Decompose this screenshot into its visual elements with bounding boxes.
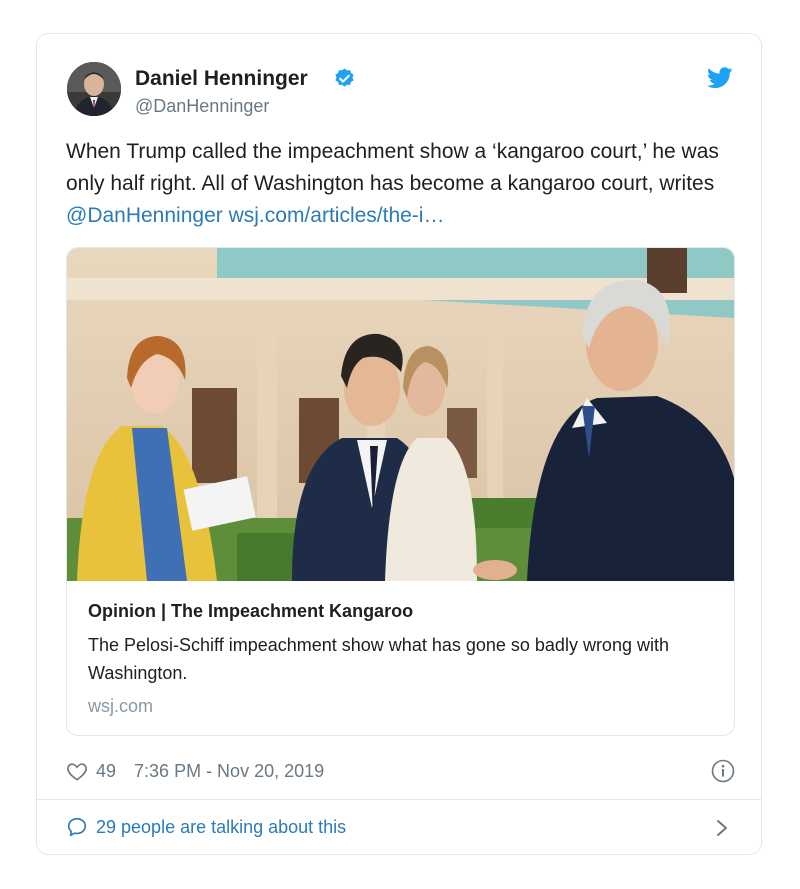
article-photo (67, 248, 734, 581)
twitter-bird-icon[interactable] (707, 67, 733, 89)
author-name[interactable]: Daniel Henninger (135, 67, 308, 91)
chevron-right-icon[interactable] (715, 818, 729, 838)
talking-text[interactable]: 29 people are talking about this (96, 817, 346, 838)
like-count[interactable]: 49 (96, 761, 116, 782)
card-domain: wsj.com (88, 696, 154, 716)
divider (37, 799, 761, 800)
avatar-image (67, 62, 121, 116)
avatar[interactable] (67, 62, 121, 116)
info-icon[interactable] (711, 759, 735, 783)
tweet-embed: Daniel Henninger @DanHenninger When Trum… (36, 33, 762, 855)
timestamp[interactable]: 7:36 PM - Nov 20, 2019 (134, 761, 324, 782)
verified-badge-icon (335, 68, 354, 87)
mention-link[interactable]: @DanHenninger (66, 204, 223, 227)
link-preview-card[interactable]: Opinion | The Impeachment Kangaroo The P… (66, 247, 735, 736)
card-description: The Pelosi-Schiff impeachment show what … (88, 635, 669, 683)
heart-icon[interactable] (66, 761, 88, 781)
tweet-body: When Trump called the impeachment show a… (66, 140, 719, 195)
article-url-link[interactable]: wsj.com/articles/the-i… (229, 204, 445, 227)
tweet-text: When Trump called the impeachment show a… (66, 136, 746, 232)
tweet-meta: 49 7:36 PM - Nov 20, 2019 (66, 758, 324, 784)
conversation-link[interactable]: 29 people are talking about this (66, 816, 346, 838)
card-title[interactable]: Opinion | The Impeachment Kangaroo (88, 601, 413, 622)
author-handle[interactable]: @DanHenninger (135, 96, 269, 117)
speech-bubble-icon (67, 817, 87, 837)
